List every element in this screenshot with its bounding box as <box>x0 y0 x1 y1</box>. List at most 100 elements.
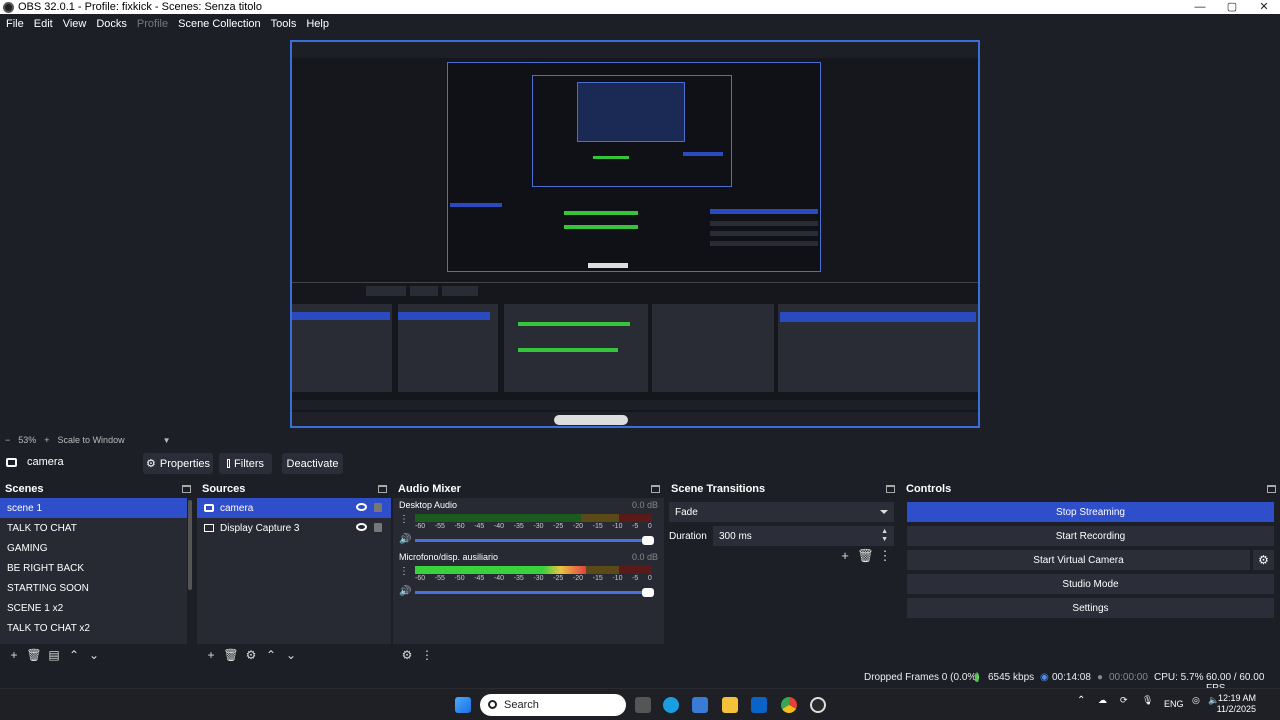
properties-button[interactable]: ⚙ Properties <box>143 453 213 474</box>
menu-tools[interactable]: Tools <box>267 18 301 30</box>
filters-button[interactable]: Filters <box>219 453 272 474</box>
transition-menu-icon[interactable]: ⋮ <box>877 548 893 564</box>
move-up-icon[interactable]: ⌃ <box>263 648 279 662</box>
add-transition-icon[interactable]: + <box>837 548 853 564</box>
visibility-eye-icon[interactable] <box>356 503 367 511</box>
undock-icon[interactable] <box>1267 485 1276 493</box>
mixer-channels: Desktop Audio 0.0 dB ⋮ -60 -55 -50 -45 -40 -3… <box>393 498 664 644</box>
controls-dock-header: Controls <box>901 480 1280 498</box>
settings-button[interactable]: Settings <box>907 598 1274 618</box>
undock-icon[interactable] <box>651 485 660 493</box>
scene-item[interactable]: TALK TO CHAT <box>0 518 187 538</box>
volume-slider[interactable] <box>415 591 644 594</box>
volume-slider-knob[interactable] <box>642 536 654 545</box>
add-source-icon[interactable]: + <box>203 648 219 662</box>
sync-icon[interactable]: ⟳ <box>1120 695 1128 706</box>
lock-icon[interactable] <box>374 523 382 532</box>
remove-scene-icon[interactable]: 🗑 <box>26 648 42 662</box>
volume-slider-knob[interactable] <box>642 588 654 597</box>
scene-item[interactable]: scene 1 <box>0 498 187 518</box>
transition-selected: Fade <box>675 506 698 518</box>
scene-item[interactable]: TALK TO CHAT x2 <box>0 618 187 638</box>
visibility-eye-icon[interactable] <box>356 523 367 531</box>
duration-value: 300 ms <box>719 530 752 542</box>
menu-file[interactable]: File <box>2 18 28 30</box>
duration-input[interactable]: 300 ms ▲ ▼ <box>713 526 894 546</box>
language-indicator[interactable]: ENG <box>1164 699 1184 709</box>
mixer-menu-icon[interactable]: ⋮ <box>419 648 435 662</box>
transitions-title: Scene Transitions <box>671 483 766 495</box>
taskbar-search[interactable]: Search <box>480 694 626 716</box>
preview-canvas[interactable] <box>290 40 980 428</box>
start-recording-button[interactable]: Start Recording <box>907 526 1274 546</box>
outlook-icon[interactable] <box>751 697 767 713</box>
channel-menu-icon[interactable]: ⋮ <box>399 566 409 577</box>
transition-select[interactable]: Fade <box>669 502 894 522</box>
nested-scene-selected-2 <box>292 312 390 320</box>
network-icon[interactable]: ◎ <box>1192 695 1200 706</box>
remove-transition-icon[interactable]: 🗑 <box>857 548 874 564</box>
deactivate-button[interactable]: Deactivate <box>282 453 343 474</box>
file-explorer-icon[interactable] <box>722 697 738 713</box>
move-down-icon[interactable]: ⌄ <box>86 648 102 662</box>
store-icon[interactable] <box>692 697 708 713</box>
scale-mode-select[interactable]: Scale to Window <box>58 435 125 445</box>
undock-icon[interactable] <box>886 485 895 493</box>
undock-icon[interactable] <box>182 485 191 493</box>
lock-icon[interactable] <box>374 503 382 512</box>
menu-scene-collection[interactable]: Scene Collection <box>174 18 265 30</box>
scene-filters-icon[interactable]: ▤ <box>46 648 62 662</box>
remove-source-icon[interactable]: 🗑 <box>223 648 239 662</box>
obs-taskbar-icon[interactable] <box>810 697 826 713</box>
zoom-out-button[interactable]: − <box>5 435 10 445</box>
menu-docks[interactable]: Docks <box>92 18 131 30</box>
undock-icon[interactable] <box>378 485 387 493</box>
menu-help[interactable]: Help <box>302 18 333 30</box>
start-icon[interactable] <box>455 697 471 713</box>
zoom-in-button[interactable]: + <box>44 435 49 445</box>
add-scene-icon[interactable]: + <box>6 648 22 662</box>
start-virtual-camera-button[interactable]: Start Virtual Camera <box>907 550 1250 570</box>
speaker-icon[interactable]: 🔊 <box>399 534 411 545</box>
virtual-camera-settings-gear-icon[interactable]: ⚙ <box>1253 550 1274 570</box>
menu-profile[interactable]: Profile <box>133 18 172 30</box>
task-view-icon[interactable] <box>635 697 651 713</box>
menu-view[interactable]: View <box>59 18 91 30</box>
close-button[interactable]: ✕ <box>1248 0 1280 14</box>
maximize-button[interactable]: ▢ <box>1216 0 1248 14</box>
edge-icon[interactable] <box>663 697 679 713</box>
channel-menu-icon[interactable]: ⋮ <box>399 514 409 525</box>
duration-row: Duration 300 ms ▲ ▼ <box>669 526 894 546</box>
minimize-button[interactable]: — <box>1184 0 1216 14</box>
stream-icon: ◉ <box>1040 672 1049 683</box>
studio-mode-button[interactable]: Studio Mode <box>907 574 1274 594</box>
mic-icon[interactable]: 🎙 <box>1142 695 1153 706</box>
stop-streaming-button[interactable]: Stop Streaming <box>907 502 1274 522</box>
tick-label: -45 <box>474 575 485 582</box>
scene-item[interactable]: GAMING <box>0 538 187 558</box>
scene-item[interactable]: STARTING SOON <box>0 578 187 598</box>
tick-label: -15 <box>592 575 603 582</box>
advanced-audio-icon[interactable]: ⚙ <box>399 648 415 662</box>
preview-area[interactable] <box>0 34 1280 432</box>
tick-label: -10 <box>612 575 623 582</box>
taskbar-clock[interactable]: 12:19 AM 11/2/2025 <box>1217 693 1256 715</box>
move-down-icon[interactable]: ⌄ <box>283 648 299 662</box>
tray-chevron-up-icon[interactable]: ⌃ <box>1077 695 1085 706</box>
nested-taskbar <box>292 412 978 426</box>
spin-arrows-icon[interactable]: ▲ ▼ <box>881 528 888 544</box>
menu-edit[interactable]: Edit <box>30 18 57 30</box>
source-properties-gear-icon[interactable]: ⚙ <box>243 648 259 662</box>
scene-item[interactable]: SCENE 1 x2 <box>0 598 187 618</box>
source-item-camera[interactable]: camera <box>197 498 391 518</box>
speaker-icon[interactable]: 🔊 <box>399 586 411 597</box>
onedrive-icon[interactable]: ☁ <box>1098 695 1107 706</box>
windows-taskbar: Search ⌃ ☁ ⟳ 🎙 ENG ◎ 🔈 12:19 AM 11/2/202… <box>0 688 1280 720</box>
source-item-display-capture[interactable]: Display Capture 3 <box>197 518 391 538</box>
volume-slider[interactable] <box>415 539 644 542</box>
move-up-icon[interactable]: ⌃ <box>66 648 82 662</box>
scenes-scrollbar[interactable] <box>188 500 192 590</box>
chrome-icon[interactable] <box>781 697 797 713</box>
scale-mode-caret-icon[interactable]: ▼ <box>163 436 171 445</box>
scene-item[interactable]: BE RIGHT BACK <box>0 558 187 578</box>
